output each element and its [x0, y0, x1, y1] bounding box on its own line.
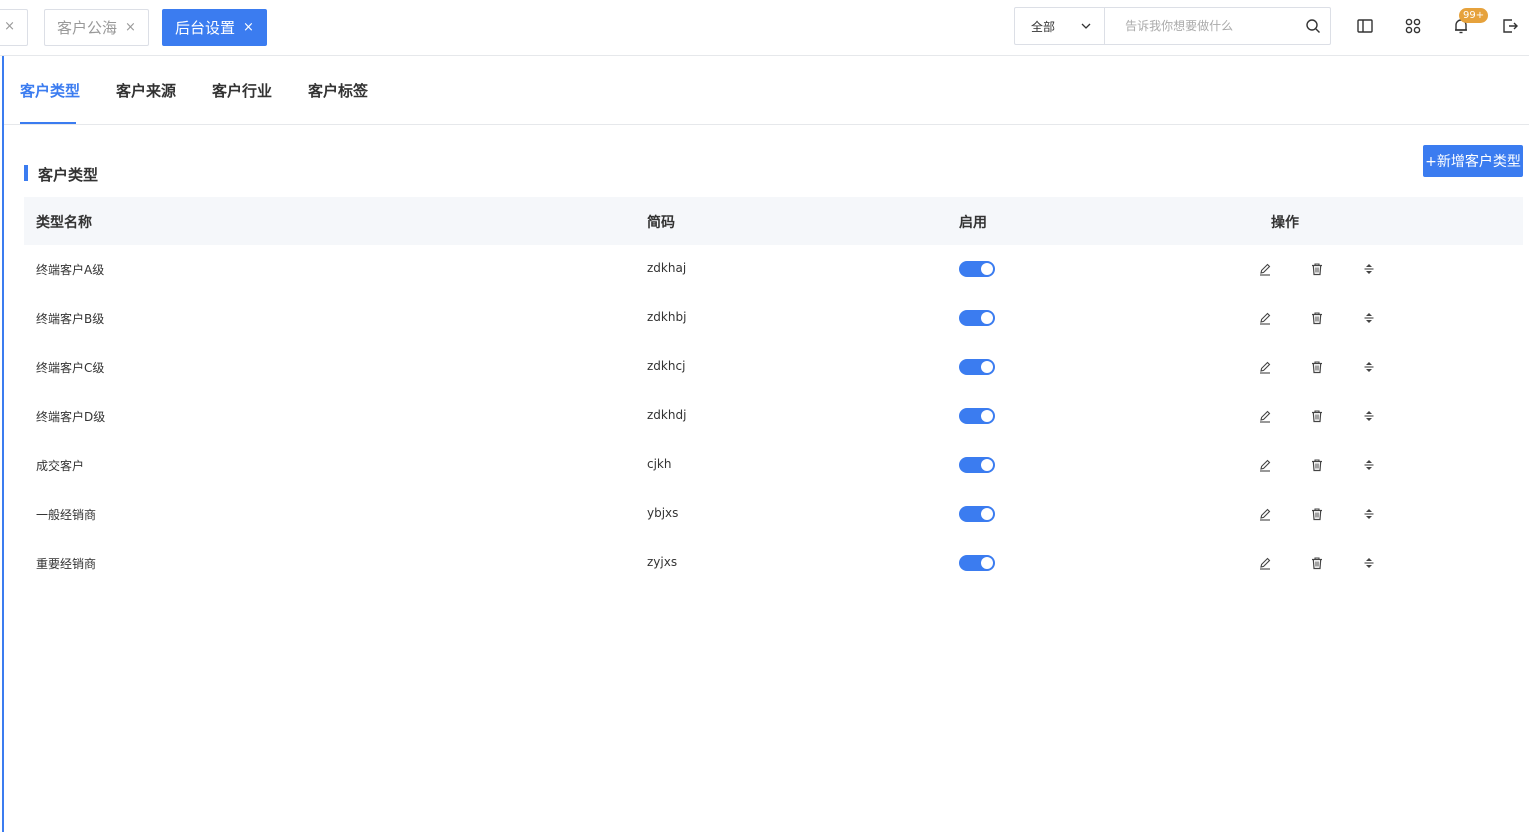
close-icon[interactable]: × [125, 20, 136, 35]
apps-grid-icon[interactable] [1403, 16, 1423, 36]
tab-customer-industry[interactable]: 客户行业 [212, 80, 272, 101]
enable-toggle[interactable] [959, 555, 995, 571]
section-title: 客户类型 [38, 166, 99, 184]
delete-icon[interactable] [1309, 408, 1325, 424]
close-icon[interactable]: × [4, 19, 15, 34]
chevron-down-icon [1081, 23, 1091, 29]
edit-icon[interactable] [1257, 555, 1273, 571]
tab-backend-settings[interactable]: 后台设置 × [162, 9, 267, 46]
tab-label: 客户公海 [57, 19, 118, 37]
edit-icon[interactable] [1257, 310, 1273, 326]
type-name: 终端客户C级 [36, 361, 105, 375]
close-icon[interactable]: × [243, 20, 254, 35]
column-header-name: 类型名称 [36, 215, 92, 231]
enable-toggle[interactable] [959, 261, 995, 277]
type-name: 终端客户D级 [36, 410, 106, 424]
delete-icon[interactable] [1309, 457, 1325, 473]
delete-icon[interactable] [1309, 506, 1325, 522]
sub-tabs: 客户类型 客户来源 客户行业 客户标签 [4, 56, 1529, 125]
tab-customer-source[interactable]: 客户来源 [116, 80, 176, 101]
tab-partial[interactable]: × [0, 9, 28, 46]
type-code: ybjxs [647, 506, 679, 520]
column-header-actions: 操作 [1271, 215, 1299, 231]
left-edge-line [2, 56, 4, 832]
search-group: 全部 [1014, 7, 1331, 45]
type-code: zyjxs [647, 555, 678, 569]
edit-icon[interactable] [1257, 408, 1273, 424]
tab-customer-tag[interactable]: 客户标签 [308, 80, 368, 101]
table-body: 终端客户A级 zdkhaj 终端客户B级 zdkhbj 终端客户C级 zdkhcj 终端客户… [24, 245, 1523, 588]
customer-type-table: 类型名称 简码 启用 操作 终端客户A级 zdkhaj 终端客户B级 zdkhbj 终端… [24, 197, 1523, 588]
table-header: 类型名称 简码 启用 操作 [24, 197, 1523, 245]
sort-icon[interactable] [1361, 359, 1377, 375]
edit-icon[interactable] [1257, 506, 1273, 522]
sort-icon[interactable] [1361, 506, 1377, 522]
table-row: 重要经销商 zyjxs [24, 539, 1523, 588]
table-row: 成交客户 cjkh [24, 441, 1523, 490]
type-code: cjkh [647, 457, 672, 471]
enable-toggle[interactable] [959, 457, 995, 473]
edit-icon[interactable] [1257, 359, 1273, 375]
top-bar: × 客户公海 × 后台设置 × 全部 99+ [0, 0, 1529, 56]
column-header-enabled: 启用 [959, 215, 987, 231]
enable-toggle[interactable] [959, 408, 995, 424]
type-code: zdkhcj [647, 359, 686, 373]
scope-select[interactable]: 全部 [1015, 8, 1106, 44]
tab-customer-type[interactable]: 客户类型 [20, 80, 80, 101]
type-code: zdkhdj [647, 408, 687, 422]
type-code: zdkhbj [647, 310, 687, 324]
section-marker [24, 165, 28, 181]
type-name: 重要经销商 [36, 557, 97, 571]
add-customer-type-button[interactable]: +新增客户类型 [1423, 145, 1523, 177]
delete-icon[interactable] [1309, 555, 1325, 571]
type-name: 成交客户 [36, 459, 85, 473]
delete-icon[interactable] [1309, 261, 1325, 277]
delete-icon[interactable] [1309, 310, 1325, 326]
table-row: 一般经销商 ybjxs [24, 490, 1523, 539]
tab-label: 后台设置 [175, 19, 236, 37]
sort-icon[interactable] [1361, 408, 1377, 424]
table-row: 终端客户C级 zdkhcj [24, 343, 1523, 392]
search-button[interactable] [1295, 8, 1330, 44]
search-icon [1305, 19, 1320, 33]
tab-customer-pool[interactable]: 客户公海 × [44, 9, 149, 46]
table-row: 终端客户B级 zdkhbj [24, 294, 1523, 343]
delete-icon[interactable] [1309, 359, 1325, 375]
active-tab-indicator [20, 122, 76, 124]
sort-icon[interactable] [1361, 310, 1377, 326]
enable-toggle[interactable] [959, 506, 995, 522]
sort-icon[interactable] [1361, 555, 1377, 571]
enable-toggle[interactable] [959, 310, 995, 326]
table-row: 终端客户D级 zdkhdj [24, 392, 1523, 441]
type-name: 一般经销商 [36, 508, 97, 522]
edit-icon[interactable] [1257, 457, 1273, 473]
logout-icon[interactable] [1500, 16, 1520, 36]
sort-icon[interactable] [1361, 261, 1377, 277]
edit-icon[interactable] [1257, 261, 1273, 277]
sort-icon[interactable] [1361, 457, 1377, 473]
type-name: 终端客户B级 [36, 312, 105, 326]
notification-badge: 99+ [1459, 8, 1489, 23]
sidebar-toggle-icon[interactable] [1355, 16, 1375, 36]
search-input[interactable] [1105, 8, 1296, 44]
type-code: zdkhaj [647, 261, 687, 275]
column-header-code: 简码 [647, 215, 675, 231]
enable-toggle[interactable] [959, 359, 995, 375]
scope-select-value: 全部 [1031, 19, 1056, 34]
table-row: 终端客户A级 zdkhaj [24, 245, 1523, 294]
type-name: 终端客户A级 [36, 263, 105, 277]
